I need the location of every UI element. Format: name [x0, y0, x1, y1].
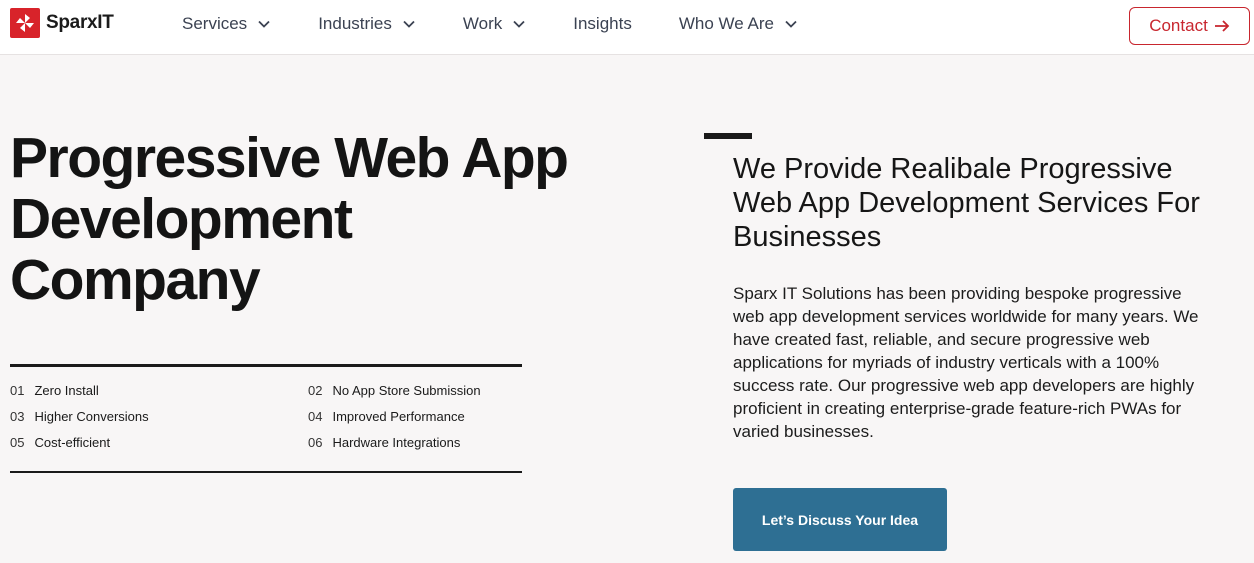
feature-list: 01 Zero Install 02 No App Store Submissi… — [10, 382, 522, 450]
nav-item-services[interactable]: Services — [182, 14, 271, 34]
divider — [10, 364, 522, 367]
intro-paragraph: Sparx IT Solutions has been providing be… — [733, 284, 1199, 441]
nav-item-industries[interactable]: Industries — [318, 14, 416, 34]
feature-item: 06 Hardware Integrations — [308, 434, 522, 450]
nav-item-label: Who We Are — [678, 14, 774, 33]
feature-item: 02 No App Store Submission — [308, 382, 522, 398]
chevron-down-icon — [785, 20, 797, 28]
nav-item-label: Industries — [318, 14, 392, 33]
contact-button[interactable]: Contact — [1129, 7, 1250, 45]
section-heading: We Provide Realibale Progressive Web App… — [733, 153, 1200, 253]
feature-item: 01 Zero Install — [10, 382, 308, 398]
nav-item-label: Work — [462, 14, 503, 33]
chevron-down-icon — [258, 20, 270, 28]
title-line: Development — [10, 187, 353, 251]
feature-item: 04 Improved Performance — [308, 408, 522, 424]
title-line: Company — [10, 248, 261, 312]
page-title: Progressive Web App Development Company — [10, 128, 650, 311]
nav-item-label: Insights — [573, 14, 632, 33]
divider — [10, 471, 522, 473]
chevron-down-icon — [513, 20, 525, 28]
feature-number: 04 — [308, 408, 323, 424]
feature-label: Cost-efficient — [34, 434, 111, 450]
feature-number: 05 — [10, 434, 25, 450]
feature-number: 06 — [308, 434, 323, 450]
site-header: SparxIT Services Industries Work Insight… — [0, 0, 1254, 55]
feature-number: 03 — [10, 408, 25, 424]
contact-button-label: Contact — [1149, 16, 1208, 35]
feature-item: 05 Cost-efficient — [10, 434, 308, 450]
arrow-right-icon — [1214, 20, 1230, 32]
feature-label: Zero Install — [34, 382, 99, 398]
nav-item-work[interactable]: Work — [463, 14, 526, 34]
feature-label: No App Store Submission — [332, 382, 481, 398]
accent-bar — [704, 133, 752, 139]
feature-label: Higher Conversions — [34, 408, 149, 424]
feature-label: Hardware Integrations — [332, 434, 461, 450]
nav-item-label: Services — [182, 14, 248, 33]
title-line: Progressive Web App — [10, 126, 569, 190]
pinwheel-icon — [10, 8, 40, 38]
feature-item: 03 Higher Conversions — [10, 408, 308, 424]
main-nav: Services Industries Work Insights Who We… — [182, 0, 845, 48]
nav-item-who-we-are[interactable]: Who We Are — [679, 14, 798, 34]
chevron-down-icon — [403, 20, 415, 28]
brand-name: SparxIT — [46, 12, 114, 33]
feature-number: 02 — [308, 382, 323, 398]
feature-number: 01 — [10, 382, 25, 398]
nav-item-insights[interactable]: Insights — [573, 14, 632, 34]
feature-label: Improved Performance — [332, 408, 465, 424]
discuss-idea-button[interactable]: Let’s Discuss Your Idea — [733, 488, 947, 551]
brand-logo[interactable]: SparxIT — [10, 8, 114, 38]
